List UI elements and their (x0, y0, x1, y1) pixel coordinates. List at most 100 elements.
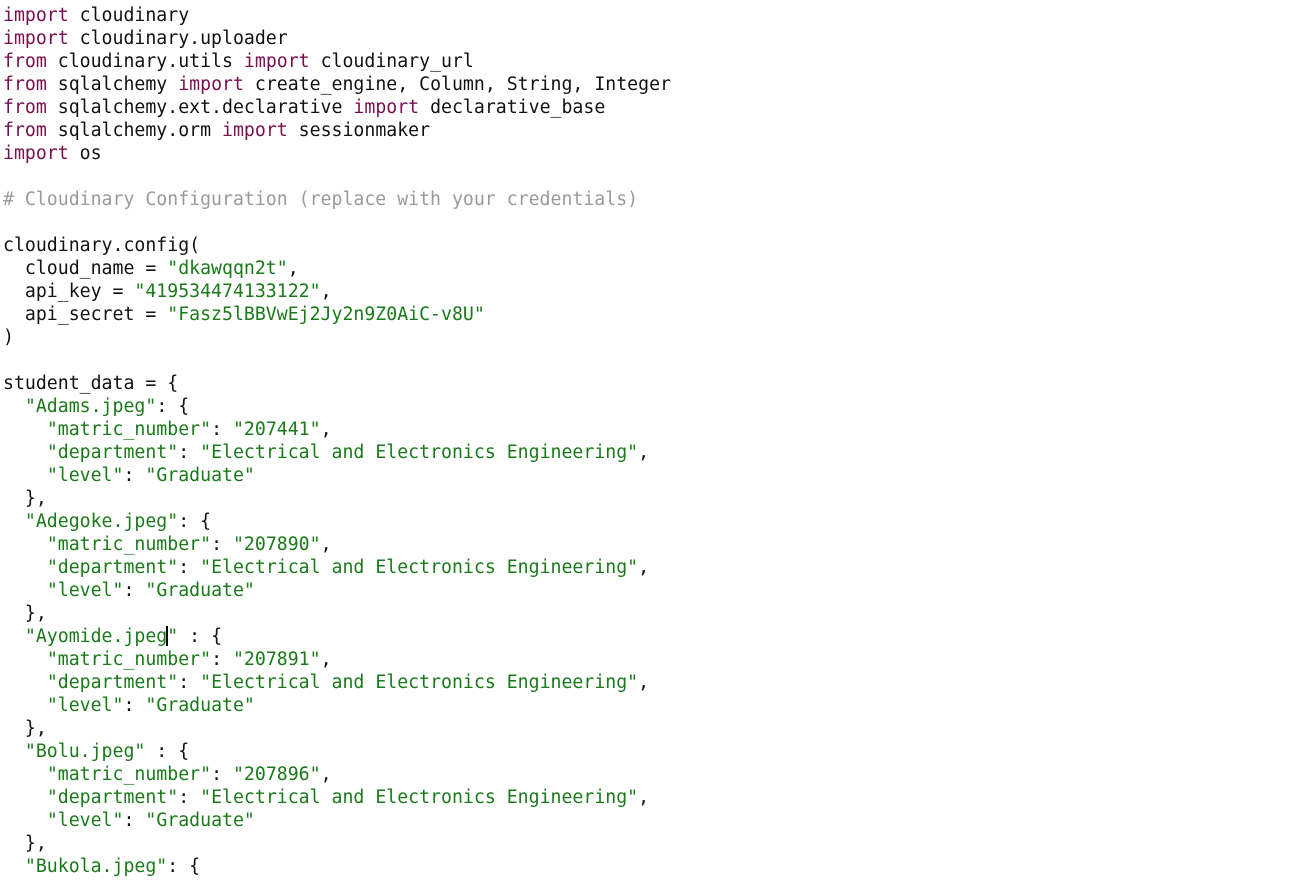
code-line[interactable]: import cloudinary.uploader (3, 27, 1291, 50)
code-token: create_engine, Column, String, Integer (243, 74, 671, 95)
string-token: "Bolu.jpeg" (24, 741, 146, 762)
string-token: "level" (46, 695, 124, 716)
code-line[interactable]: "department": "Electrical and Electronic… (3, 441, 1291, 464)
code-token: cloud_name = (3, 258, 168, 279)
code-line[interactable]: }, (3, 487, 1291, 510)
code-line[interactable]: ) (3, 326, 1291, 349)
code-line[interactable]: api_secret = "Fasz5lBBVwEj2Jy2n9Z0AiC-v8… (3, 303, 1291, 326)
code-line[interactable] (3, 349, 1291, 372)
keyword-token: import (3, 28, 69, 49)
code-token: }, (3, 718, 47, 739)
string-token: "Graduate" (145, 465, 255, 486)
code-token: sqlalchemy.orm (46, 120, 223, 141)
string-token: "Adegoke.jpeg" (24, 511, 179, 532)
code-line[interactable]: "Ayomide.jpeg" : { (3, 625, 1291, 648)
code-line[interactable]: from sqlalchemy.orm import sessionmaker (3, 119, 1291, 142)
keyword-token: import (3, 5, 69, 26)
code-line[interactable]: from cloudinary.utils import cloudinary_… (3, 50, 1291, 73)
string-token: "207896" (232, 764, 321, 785)
code-token: , (638, 442, 650, 463)
code-line[interactable] (3, 211, 1291, 234)
code-line[interactable]: }, (3, 602, 1291, 625)
keyword-token: from (3, 97, 47, 118)
code-editor[interactable]: import cloudinary import cloudinary.uploa… (3, 4, 1291, 878)
code-line[interactable]: "Adams.jpeg": { (3, 395, 1291, 418)
keyword-token: import (222, 120, 288, 141)
code-token: , (287, 258, 299, 279)
string-token: "207890" (232, 534, 321, 555)
keyword-token: from (3, 120, 47, 141)
code-token: }, (3, 488, 47, 509)
code-line[interactable]: "matric_number": "207896", (3, 763, 1291, 786)
keyword-token: from (3, 51, 47, 72)
code-token: sessionmaker (287, 120, 431, 141)
code-token: , (320, 419, 332, 440)
string-token: "department" (46, 672, 179, 693)
code-line[interactable]: # Cloudinary Configuration (replace with… (3, 188, 1291, 211)
string-token: "department" (46, 442, 179, 463)
code-token: api_secret = (3, 304, 168, 325)
string-token: "matric_number" (46, 419, 212, 440)
code-line[interactable]: "Bolu.jpeg" : { (3, 740, 1291, 763)
code-line[interactable]: "level": "Graduate" (3, 809, 1291, 832)
code-line[interactable]: "level": "Graduate" (3, 579, 1291, 602)
code-token: declarative_base (419, 97, 606, 118)
string-token: "Electrical and Electronics Engineering" (200, 557, 639, 578)
code-line[interactable]: "department": "Electrical and Electronic… (3, 786, 1291, 809)
code-token: : (178, 442, 201, 463)
code-line[interactable]: }, (3, 717, 1291, 740)
string-token: "207441" (232, 419, 321, 440)
code-line[interactable]: "department": "Electrical and Electronic… (3, 671, 1291, 694)
code-token: }, (3, 603, 47, 624)
code-line[interactable]: "department": "Electrical and Electronic… (3, 556, 1291, 579)
code-line[interactable]: import cloudinary (3, 4, 1291, 27)
keyword-token: import (3, 143, 69, 164)
code-token: : { (178, 626, 223, 647)
code-token: , (320, 534, 332, 555)
code-line[interactable] (3, 165, 1291, 188)
code-line[interactable]: "level": "Graduate" (3, 694, 1291, 717)
keyword-token: from (3, 74, 47, 95)
string-token: "419534474133122" (134, 281, 321, 302)
code-line[interactable]: from sqlalchemy.ext.declarative import d… (3, 96, 1291, 119)
code-line[interactable]: student_data = { (3, 372, 1291, 395)
string-token: "matric_number" (46, 764, 212, 785)
code-line[interactable]: "matric_number": "207441", (3, 418, 1291, 441)
code-line[interactable]: "Adegoke.jpeg": { (3, 510, 1291, 533)
code-token: }, (3, 833, 47, 854)
code-line[interactable]: "level": "Graduate" (3, 464, 1291, 487)
string-token: "Graduate" (145, 580, 255, 601)
string-token: "Fasz5lBBVwEj2Jy2n9Z0AiC-v8U" (167, 304, 485, 325)
code-line[interactable]: }, (3, 832, 1291, 855)
code-line[interactable]: "Bukola.jpeg": { (3, 855, 1291, 878)
code-line[interactable]: cloudinary.config( (3, 234, 1291, 257)
code-line[interactable]: "matric_number": "207890", (3, 533, 1291, 556)
code-token: api_key = (3, 281, 135, 302)
code-token: sqlalchemy.ext.declarative (46, 97, 354, 118)
code-token: : (178, 672, 201, 693)
code-token: student_data = { (3, 373, 179, 394)
code-line[interactable]: import os (3, 142, 1291, 165)
string-token: "Electrical and Electronics Engineering" (200, 787, 639, 808)
code-line[interactable]: "matric_number": "207891", (3, 648, 1291, 671)
string-token: "matric_number" (46, 649, 212, 670)
code-token: : (123, 810, 146, 831)
string-token: "Adams.jpeg" (24, 396, 157, 417)
code-line[interactable]: api_key = "419534474133122", (3, 280, 1291, 303)
code-token: : (211, 649, 233, 670)
code-line[interactable]: from sqlalchemy import create_engine, Co… (3, 73, 1291, 96)
code-line[interactable]: cloud_name = "dkawqqn2t", (3, 257, 1291, 280)
code-token: : { (156, 396, 190, 417)
